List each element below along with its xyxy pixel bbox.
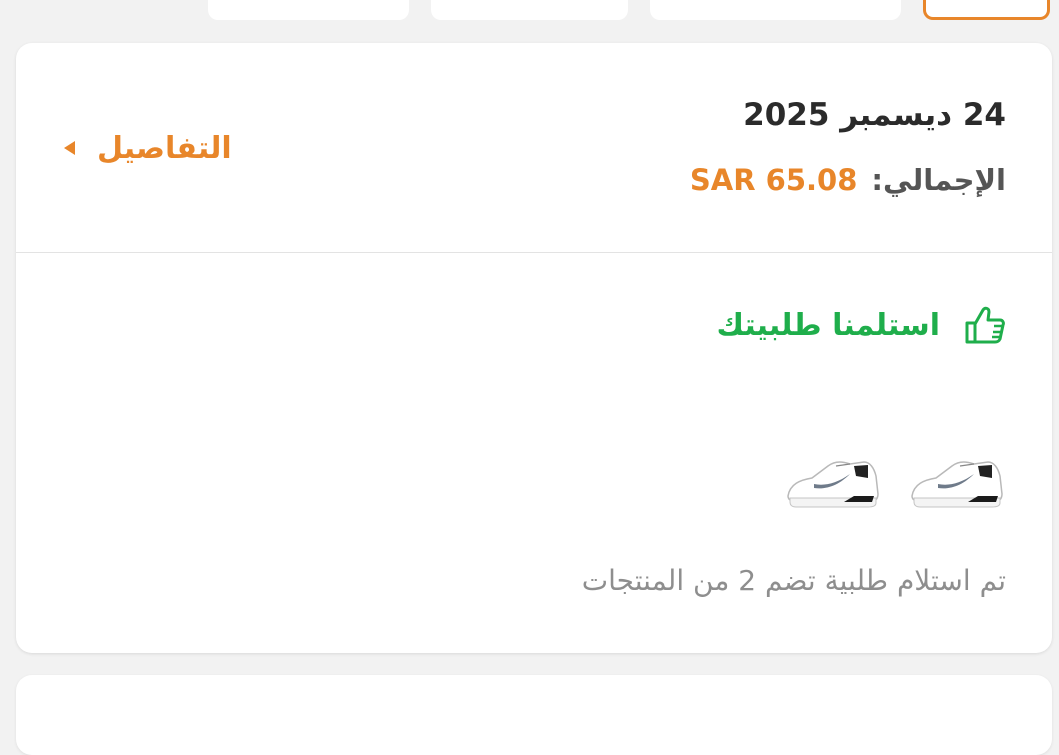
filter-tab[interactable] <box>208 0 409 20</box>
order-status: استلمنا طلبيتك <box>716 305 1006 345</box>
order-total: الإجمالي: SAR 65.08 <box>690 160 1006 200</box>
filter-tab[interactable] <box>431 0 628 20</box>
order-status-text: استلمنا طلبيتك <box>716 307 940 343</box>
next-order-card[interactable] <box>16 675 1052 755</box>
caret-left-icon <box>64 141 75 155</box>
product-thumbnail[interactable] <box>784 436 882 516</box>
card-divider <box>16 252 1052 253</box>
filter-tab[interactable] <box>650 0 901 20</box>
order-card: 24 ديسمبر 2025 الإجمالي: SAR 65.08 التفا… <box>16 43 1052 653</box>
order-products <box>784 436 1006 516</box>
order-summary: تم استلام طلبية تضم 2 من المنتجات <box>581 564 1006 597</box>
product-thumbnail[interactable] <box>908 436 1006 516</box>
filter-tab-active[interactable] <box>923 0 1050 20</box>
order-card-header: 24 ديسمبر 2025 الإجمالي: SAR 65.08 التفا… <box>16 43 1052 252</box>
order-details-link[interactable]: التفاصيل <box>64 126 232 170</box>
order-details-label: التفاصيل <box>97 130 232 166</box>
order-total-value: SAR 65.08 <box>689 163 858 197</box>
order-date: 24 ديسمبر 2025 <box>743 97 1006 133</box>
filter-tabs <box>0 0 1059 24</box>
order-total-label: الإجمالي: <box>871 163 1006 197</box>
thumbs-up-icon <box>964 306 1006 344</box>
